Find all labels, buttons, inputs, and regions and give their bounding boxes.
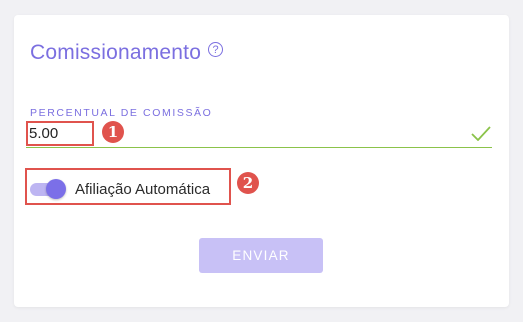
commission-field-label: PERCENTUAL DE COMISSÃO (30, 107, 213, 119)
card-header: Comissionamento ? (30, 41, 224, 65)
question-circle-icon[interactable]: ? (208, 41, 224, 57)
highlight-box-1 (26, 121, 94, 146)
commission-field (26, 121, 492, 148)
check-icon (471, 126, 491, 141)
annotation-badge-2: 2 (237, 172, 259, 194)
commission-card: Comissionamento ? PERCENTUAL DE COMISSÃO… (14, 15, 509, 307)
annotation-badge-1: 1 (102, 121, 124, 143)
highlight-box-2 (25, 168, 231, 205)
submit-button[interactable]: ENVIAR (199, 238, 323, 273)
card-title: Comissionamento (30, 41, 202, 64)
